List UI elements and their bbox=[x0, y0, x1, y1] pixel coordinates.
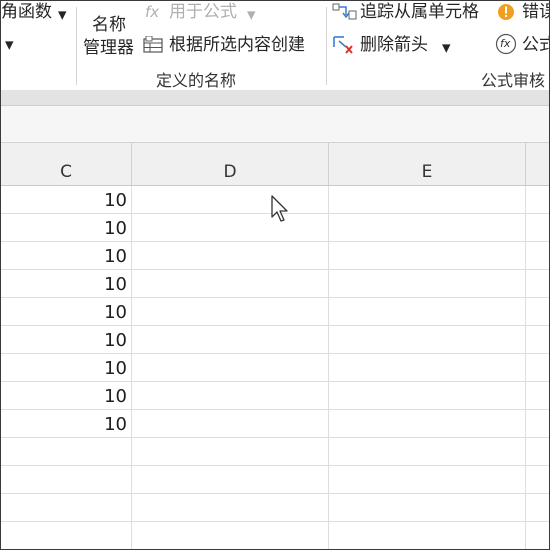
cell-e[interactable] bbox=[329, 438, 526, 466]
table-row bbox=[1, 438, 549, 466]
cell-e[interactable] bbox=[329, 298, 526, 326]
cell-d[interactable] bbox=[132, 466, 329, 494]
cell-e[interactable] bbox=[329, 242, 526, 270]
cell-d[interactable] bbox=[132, 326, 329, 354]
ribbon: 角函数 ▾ ▾ 名称 管理器 fx 用于公式 ▾ 根据所选内容创建 定义的名称 … bbox=[1, 1, 549, 90]
spreadsheet-window: 角函数 ▾ ▾ 名称 管理器 fx 用于公式 ▾ 根据所选内容创建 定义的名称 … bbox=[0, 0, 550, 550]
trace-dependents-icon bbox=[332, 3, 357, 20]
use-in-formula-label: 用于公式 bbox=[169, 2, 237, 22]
fx-glyph: fx bbox=[500, 37, 511, 50]
cell-d[interactable] bbox=[132, 522, 329, 549]
cell-e[interactable] bbox=[329, 494, 526, 522]
cell-c[interactable]: 10 bbox=[1, 410, 132, 438]
cell-c[interactable] bbox=[1, 494, 132, 522]
cell-c[interactable]: 10 bbox=[1, 382, 132, 410]
cell-d[interactable] bbox=[132, 242, 329, 270]
cell-e[interactable] bbox=[329, 214, 526, 242]
trace-dependents-label: 追踪从属单元格 bbox=[360, 2, 479, 22]
remove-arrows-button[interactable]: 删除箭头 ▾ bbox=[332, 33, 457, 58]
evaluate-formula-label: 公式 bbox=[522, 35, 549, 55]
table-row: 10 bbox=[1, 382, 549, 410]
table-row: 10 bbox=[1, 298, 549, 326]
math-functions-button[interactable]: 角函数 bbox=[1, 2, 52, 22]
error-checking-label: 错误 bbox=[522, 2, 549, 22]
table-row bbox=[1, 466, 549, 494]
name-manager-button[interactable]: 名称 管理器 bbox=[81, 13, 139, 59]
cell-e[interactable] bbox=[329, 466, 526, 494]
table-row bbox=[1, 494, 549, 522]
cell-e[interactable] bbox=[329, 522, 526, 549]
table-row: 10 bbox=[1, 242, 549, 270]
chevron-down-icon: ▾ bbox=[247, 5, 256, 25]
cell-d[interactable] bbox=[132, 494, 329, 522]
cell-d[interactable] bbox=[132, 354, 329, 382]
table-row bbox=[1, 522, 549, 549]
column-header-label: D bbox=[223, 162, 237, 182]
cell-d[interactable] bbox=[132, 270, 329, 298]
cell-d[interactable] bbox=[132, 410, 329, 438]
cell-e[interactable] bbox=[329, 382, 526, 410]
cell-c[interactable]: 10 bbox=[1, 214, 132, 242]
ribbon-bottom-bar bbox=[1, 90, 549, 106]
cell-d[interactable] bbox=[132, 438, 329, 466]
cell-d[interactable] bbox=[132, 382, 329, 410]
remove-arrows-icon bbox=[333, 36, 353, 54]
table-create-icon bbox=[143, 36, 163, 53]
defined-names-group-label: 定义的名称 bbox=[156, 71, 237, 90]
cell-e[interactable] bbox=[329, 326, 526, 354]
cell-c[interactable]: 10 bbox=[1, 242, 132, 270]
group-divider bbox=[326, 7, 327, 85]
name-manager-label-line1: 名称 bbox=[92, 15, 126, 35]
evaluate-formula-button[interactable]: fx 公式 bbox=[495, 32, 549, 56]
formula-bar[interactable] bbox=[1, 106, 549, 143]
warning-icon bbox=[498, 4, 514, 20]
chevron-down-icon[interactable]: ▾ bbox=[442, 38, 451, 58]
cell-d[interactable] bbox=[132, 298, 329, 326]
cell-c[interactable] bbox=[1, 438, 132, 466]
cell-c[interactable]: 10 bbox=[1, 354, 132, 382]
cell-e[interactable] bbox=[329, 410, 526, 438]
group-divider bbox=[76, 7, 77, 85]
create-from-selection-label: 根据所选内容创建 bbox=[169, 35, 305, 55]
cell-c[interactable]: 10 bbox=[1, 270, 132, 298]
column-header-d[interactable]: D bbox=[132, 143, 329, 186]
cell-e[interactable] bbox=[329, 354, 526, 382]
column-header-f[interactable] bbox=[526, 143, 549, 186]
cell-d[interactable] bbox=[132, 186, 329, 214]
cell-d[interactable] bbox=[132, 214, 329, 242]
mouse-cursor-icon bbox=[271, 195, 288, 222]
column-header-label: C bbox=[60, 162, 72, 182]
remove-arrows-label: 删除箭头 bbox=[360, 35, 428, 55]
table-row: 10 bbox=[1, 270, 549, 298]
cell-c[interactable] bbox=[1, 466, 132, 494]
table-row: 10 bbox=[1, 410, 549, 438]
formula-auditing-group-label: 公式审核 bbox=[481, 71, 546, 90]
fx-icon: fx bbox=[145, 3, 160, 21]
cell-c[interactable]: 10 bbox=[1, 186, 132, 214]
cell-c[interactable] bbox=[1, 522, 132, 549]
error-checking-button[interactable]: 错误 bbox=[497, 1, 549, 23]
name-manager-label-line2: 管理器 bbox=[83, 38, 134, 58]
chevron-down-icon[interactable]: ▾ bbox=[58, 5, 67, 25]
use-in-formula-button[interactable]: fx 用于公式 ▾ bbox=[145, 1, 257, 25]
table-row: 10 bbox=[1, 326, 549, 354]
cell-grid: 10 10 10 10 10 10 10 10 10 bbox=[1, 186, 549, 549]
create-from-selection-button[interactable]: 根据所选内容创建 bbox=[143, 33, 323, 57]
table-row: 10 bbox=[1, 354, 549, 382]
column-header-c[interactable]: C bbox=[1, 143, 132, 186]
cell-e[interactable] bbox=[329, 186, 526, 214]
chevron-down-icon[interactable]: ▾ bbox=[5, 35, 14, 55]
cell-c[interactable]: 10 bbox=[1, 326, 132, 354]
trace-dependents-button[interactable]: 追踪从属单元格 bbox=[332, 1, 492, 23]
cell-e[interactable] bbox=[329, 270, 526, 298]
cell-c[interactable]: 10 bbox=[1, 298, 132, 326]
column-header-e[interactable]: E bbox=[329, 143, 526, 186]
column-header-label: E bbox=[421, 162, 433, 182]
